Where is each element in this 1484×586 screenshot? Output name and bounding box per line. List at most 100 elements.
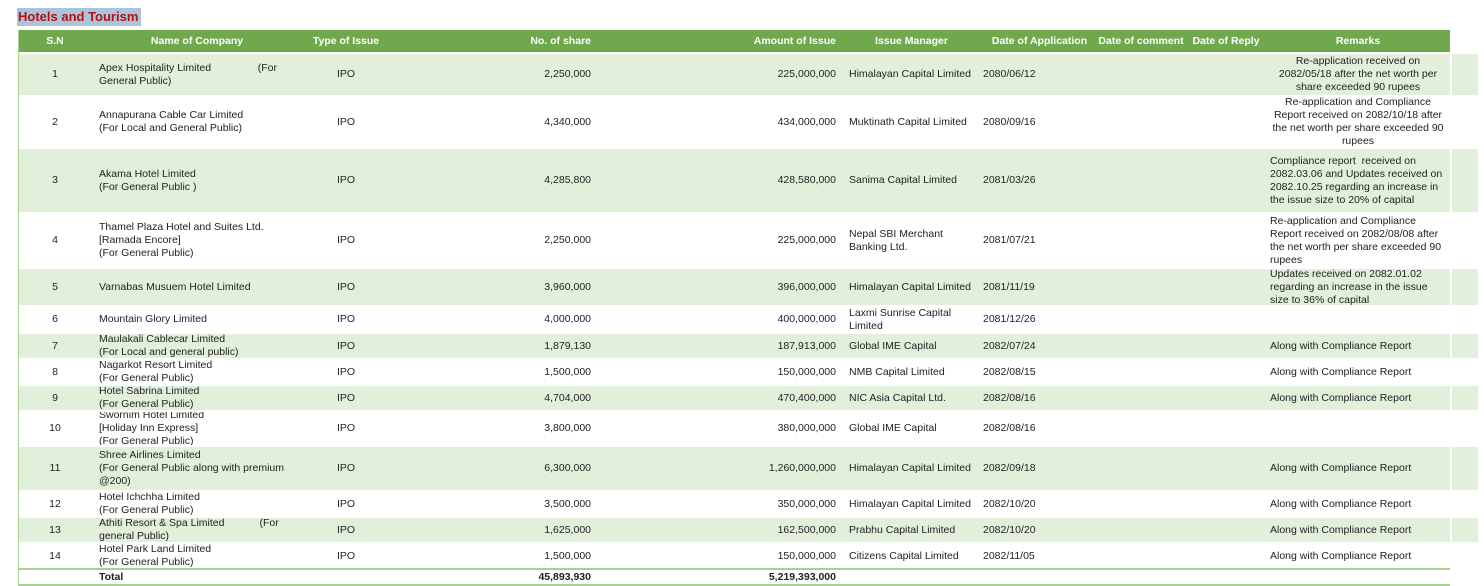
- cell-sn: 11: [19, 447, 91, 490]
- cell-company: Varnabas Musuem Hotel Limited: [91, 269, 301, 305]
- table-row: 11 Shree Airlines Limited (For General P…: [19, 445, 1478, 490]
- table-row: 8 Nagarkot Resort Limited (For General P…: [19, 358, 1478, 384]
- cell-sn: 12: [19, 492, 91, 516]
- cell-amount-of-issue: 225,000,000: [601, 54, 841, 95]
- cell-date-of-reply: [1186, 447, 1266, 490]
- cell-issue-manager: NMB Capital Limited: [841, 360, 976, 384]
- table-total-row: Total 45,893,930 5,219,393,000: [19, 568, 1450, 586]
- col-header-name-of-company: Name of Company: [91, 30, 301, 52]
- cell-no-of-share: 1,879,130: [391, 334, 601, 358]
- cell-company: Nagarkot Resort Limited (For General Pub…: [91, 360, 301, 384]
- cell-issue-manager: Global IME Capital: [841, 412, 976, 445]
- cell-issue-manager: NIC Asia Capital Ltd.: [841, 386, 976, 410]
- cell-date-of-reply: [1186, 269, 1266, 305]
- cell-company: Annapurana Cable Car Limited (For Local …: [91, 97, 301, 147]
- cell-empty-strip: [1450, 492, 1478, 516]
- cell-remarks: [1266, 412, 1450, 445]
- table-row: 4 Thamel Plaza Hotel and Suites Ltd. [Ra…: [19, 212, 1478, 267]
- cell-remarks: Along with Compliance Report: [1266, 386, 1450, 410]
- table-header-row: S.N Name of Company Type of Issue No. of…: [19, 30, 1450, 52]
- col-header-no-of-share: No. of share: [391, 30, 601, 52]
- table-row: 13 Athiti Resort & Spa Limited (For gene…: [19, 516, 1478, 542]
- cell-empty-strip: [1450, 214, 1478, 267]
- cell-date-of-comment: [1096, 412, 1186, 445]
- cell-date-of-application: 2081/11/19: [976, 269, 1096, 305]
- cell-remarks: Along with Compliance Report: [1266, 544, 1450, 568]
- cell-issue-manager: Himalayan Capital Limited: [841, 54, 976, 95]
- table-rows: 1 Apex Hospitality Limited (For General …: [19, 52, 1477, 568]
- cell-amount-of-issue: 187,913,000: [601, 334, 841, 358]
- cell-date-of-comment: [1096, 307, 1186, 332]
- cell-no-of-share: 2,250,000: [391, 54, 601, 95]
- cell-date-of-comment: [1096, 54, 1186, 95]
- table-row: 10 Swornim Hotel Limited [Holiday Inn Ex…: [19, 410, 1478, 445]
- cell-company: Akama Hotel Limited (For General Public …: [91, 149, 301, 212]
- cell-date-of-reply: [1186, 149, 1266, 212]
- cell-date-of-comment: [1096, 360, 1186, 384]
- cell-type-of-issue: IPO: [301, 447, 391, 490]
- cell-type-of-issue: IPO: [301, 360, 391, 384]
- cell-issue-manager: Laxmi Sunrise Capital Limited: [841, 307, 976, 332]
- col-header-date-of-comment: Date of comment: [1096, 30, 1186, 52]
- cell-issue-manager: Citizens Capital Limited: [841, 544, 976, 568]
- cell-issue-manager: Sanima Capital Limited: [841, 149, 976, 212]
- cell-date-of-application: 2081/12/26: [976, 307, 1096, 332]
- cell-company: Swornim Hotel Limited [Holiday Inn Expre…: [91, 412, 301, 445]
- cell-type-of-issue: IPO: [301, 334, 391, 358]
- cell-date-of-comment: [1096, 149, 1186, 212]
- cell-remarks: Re-application and Compliance Report rec…: [1266, 214, 1450, 267]
- cell-issue-manager: Himalayan Capital Limited: [841, 492, 976, 516]
- cell-company: Hotel Ichchha Limited (For General Publi…: [91, 492, 301, 516]
- cell-remarks: Along with Compliance Report: [1266, 518, 1450, 542]
- total-empty-comment: [1096, 570, 1186, 584]
- cell-no-of-share: 3,800,000: [391, 412, 601, 445]
- cell-sn: 8: [19, 360, 91, 384]
- cell-date-of-application: 2082/08/15: [976, 360, 1096, 384]
- cell-amount-of-issue: 350,000,000: [601, 492, 841, 516]
- cell-date-of-application: 2082/08/16: [976, 386, 1096, 410]
- table-row: 1 Apex Hospitality Limited (For General …: [19, 52, 1478, 95]
- cell-amount-of-issue: 396,000,000: [601, 269, 841, 305]
- table-row: 3 Akama Hotel Limited (For General Publi…: [19, 147, 1478, 212]
- cell-no-of-share: 6,300,000: [391, 447, 601, 490]
- cell-sn: 5: [19, 269, 91, 305]
- total-empty-type: [301, 570, 391, 584]
- cell-date-of-reply: [1186, 307, 1266, 332]
- cell-date-of-application: 2082/07/24: [976, 334, 1096, 358]
- cell-date-of-reply: [1186, 334, 1266, 358]
- cell-date-of-reply: [1186, 214, 1266, 267]
- col-header-remarks: Remarks: [1266, 30, 1450, 52]
- cell-type-of-issue: IPO: [301, 386, 391, 410]
- cell-date-of-reply: [1186, 412, 1266, 445]
- hotels-tourism-table: S.N Name of Company Type of Issue No. of…: [18, 30, 1477, 586]
- total-empty-sn: [19, 570, 91, 584]
- cell-date-of-comment: [1096, 544, 1186, 568]
- cell-date-of-reply: [1186, 544, 1266, 568]
- cell-date-of-reply: [1186, 518, 1266, 542]
- cell-empty-strip: [1450, 412, 1478, 445]
- cell-empty-strip: [1450, 360, 1478, 384]
- cell-type-of-issue: IPO: [301, 544, 391, 568]
- cell-amount-of-issue: 150,000,000: [601, 544, 841, 568]
- cell-sn: 2: [19, 97, 91, 147]
- cell-company: Hotel Park Land Limited (For General Pub…: [91, 544, 301, 568]
- total-empty-remarks: [1266, 570, 1450, 584]
- cell-type-of-issue: IPO: [301, 97, 391, 147]
- cell-amount-of-issue: 400,000,000: [601, 307, 841, 332]
- total-no-of-share: 45,893,930: [391, 570, 601, 584]
- total-amount-of-issue: 5,219,393,000: [601, 570, 841, 584]
- cell-issue-manager: Muktinath Capital Limited: [841, 97, 976, 147]
- cell-empty-strip: [1450, 307, 1478, 332]
- cell-type-of-issue: IPO: [301, 149, 391, 212]
- total-empty-manager: [841, 570, 976, 584]
- cell-remarks: Along with Compliance Report: [1266, 334, 1450, 358]
- cell-company: Shree Airlines Limited (For General Publ…: [91, 447, 301, 490]
- cell-amount-of-issue: 225,000,000: [601, 214, 841, 267]
- cell-no-of-share: 3,960,000: [391, 269, 601, 305]
- cell-empty-strip: [1450, 97, 1478, 147]
- cell-issue-manager: Himalayan Capital Limited: [841, 447, 976, 490]
- cell-company: Hotel Sabrina Limited (For General Publi…: [91, 386, 301, 410]
- col-header-type-of-issue: Type of Issue: [301, 30, 391, 52]
- cell-type-of-issue: IPO: [301, 214, 391, 267]
- hotels-tourism-page: Hotels and Tourism S.N Name of Company T…: [0, 0, 1484, 586]
